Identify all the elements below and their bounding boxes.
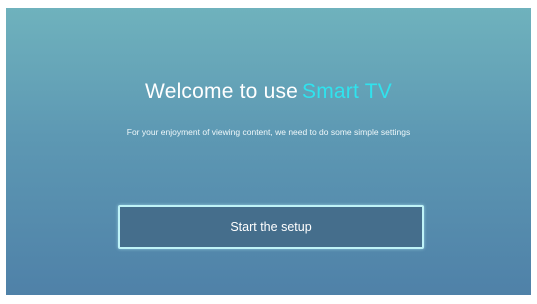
brand-name: Smart TV (302, 80, 392, 103)
welcome-title: Welcome to use Smart TV (6, 80, 531, 104)
welcome-screen: Welcome to use Smart TV For your enjoymen… (6, 8, 531, 295)
welcome-subtitle: For your enjoyment of viewing content, w… (126, 127, 411, 137)
start-setup-label: Start the setup (230, 220, 312, 234)
welcome-title-prefix: Welcome to use (145, 80, 299, 103)
start-setup-button[interactable]: Start the setup (118, 205, 424, 249)
